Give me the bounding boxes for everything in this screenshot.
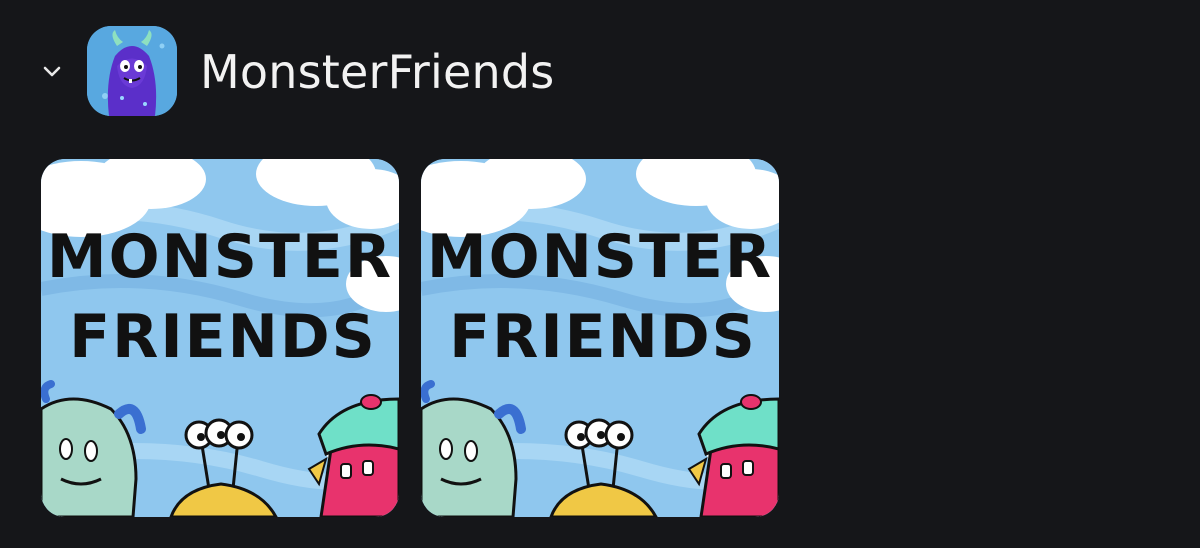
group-title: MonsterFriends	[200, 45, 555, 99]
logo-line-1: MONSTER	[47, 222, 393, 292]
logo-line-2: FRIENDS	[449, 302, 757, 372]
monster-avatar[interactable]	[87, 26, 177, 116]
logo-line-1: MONSTER	[427, 222, 773, 292]
monster-friends-thumbnail[interactable]: MONSTER FRIENDS	[421, 159, 779, 517]
logo-line-2: FRIENDS	[69, 302, 377, 372]
monster-friends-thumbnail[interactable]: MONSTER FRIENDS	[41, 159, 399, 517]
chevron-down-icon[interactable]	[38, 58, 66, 86]
thumbnail-grid: MONSTER FRIENDS MONSTER FRIENDS	[41, 159, 801, 519]
group-header: MonsterFriends	[0, 0, 1200, 150]
